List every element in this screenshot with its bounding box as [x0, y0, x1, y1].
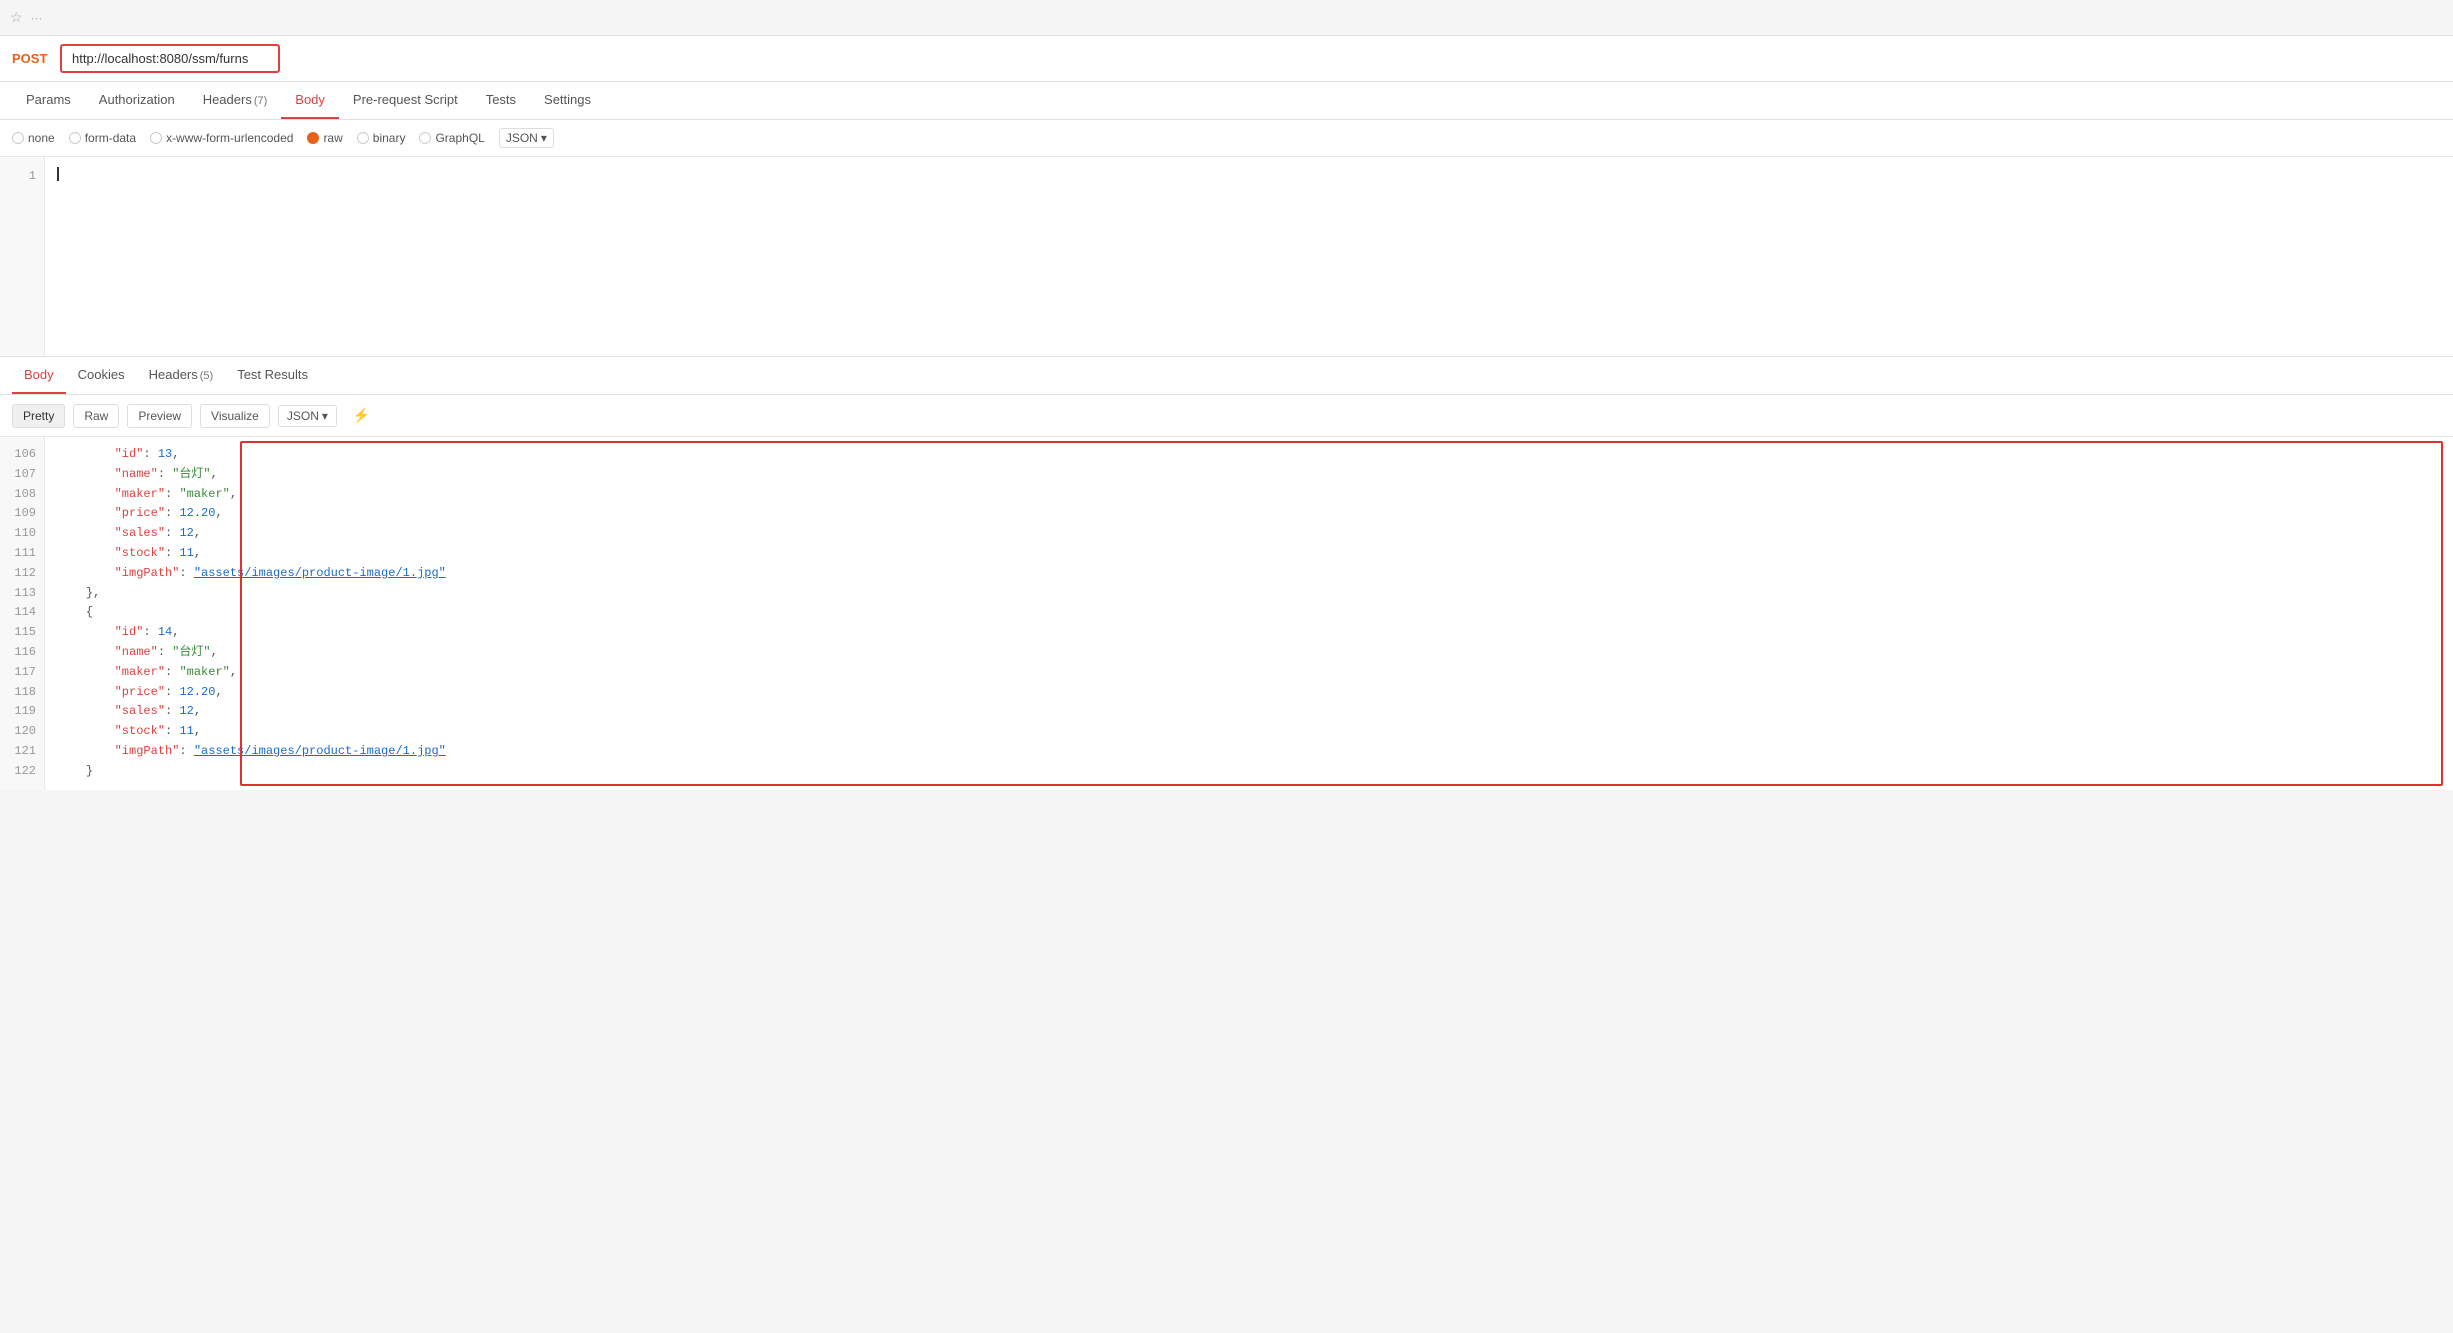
view-raw-button[interactable]: Raw	[73, 404, 119, 428]
radio-none	[12, 132, 24, 144]
star-icon[interactable]: ☆	[10, 9, 23, 26]
response-section: Body Cookies Headers(5) Test Results Pre…	[0, 357, 2453, 790]
radio-graphql	[419, 132, 431, 144]
request-editor[interactable]: 1	[0, 157, 2453, 357]
tab-headers[interactable]: Headers(7)	[189, 82, 282, 119]
json-format-dropdown[interactable]: JSON ▾	[499, 128, 554, 148]
radio-form-data	[69, 132, 81, 144]
text-cursor	[57, 167, 59, 181]
request-bar: POST http://localhost:8080/ssm/furns	[0, 36, 2453, 82]
request-tabs: Params Authorization Headers(7) Body Pre…	[0, 82, 2453, 120]
body-type-bar: none form-data x-www-form-urlencoded raw…	[0, 120, 2453, 157]
json-line-numbers: 1061071081091101111121131141151161171181…	[0, 437, 45, 790]
more-icon[interactable]: ···	[31, 11, 43, 25]
body-type-graphql[interactable]: GraphQL	[419, 131, 484, 145]
editor-line-numbers: 1	[0, 157, 45, 356]
resp-tab-test-results[interactable]: Test Results	[225, 357, 320, 394]
body-type-urlencoded[interactable]: x-www-form-urlencoded	[150, 131, 293, 145]
radio-urlencoded	[150, 132, 162, 144]
editor-content-area[interactable]	[45, 157, 2453, 356]
body-type-binary[interactable]: binary	[357, 131, 406, 145]
editor-cursor-line	[57, 167, 2441, 181]
resp-tab-body[interactable]: Body	[12, 357, 66, 394]
radio-raw	[307, 132, 319, 144]
request-url[interactable]: http://localhost:8080/ssm/furns	[60, 44, 280, 73]
tab-pre-request-script[interactable]: Pre-request Script	[339, 82, 472, 119]
top-bar: ☆ ···	[0, 0, 2453, 36]
tab-body[interactable]: Body	[281, 82, 339, 119]
json-output: 1061071081091101111121131141151161171181…	[0, 437, 2453, 790]
tab-settings[interactable]: Settings	[530, 82, 605, 119]
view-pretty-button[interactable]: Pretty	[12, 404, 65, 428]
response-tabs: Body Cookies Headers(5) Test Results	[0, 357, 2453, 395]
tab-authorization[interactable]: Authorization	[85, 82, 189, 119]
body-type-none[interactable]: none	[12, 131, 55, 145]
view-visualize-button[interactable]: Visualize	[200, 404, 270, 428]
resp-tab-cookies[interactable]: Cookies	[66, 357, 137, 394]
response-format-dropdown[interactable]: JSON ▾	[278, 405, 337, 427]
response-controls: Pretty Raw Preview Visualize JSON ▾ ⚡	[0, 395, 2453, 437]
resp-tab-headers[interactable]: Headers(5)	[137, 357, 226, 394]
radio-binary	[357, 132, 369, 144]
json-body: "id": 13, "name": "台灯", "maker": "maker"…	[45, 437, 2453, 790]
tab-tests[interactable]: Tests	[472, 82, 530, 119]
filter-icon[interactable]: ⚡	[345, 403, 378, 428]
body-type-raw[interactable]: raw	[307, 131, 342, 145]
body-type-form-data[interactable]: form-data	[69, 131, 136, 145]
http-method[interactable]: POST	[12, 51, 52, 66]
tab-params[interactable]: Params	[12, 82, 85, 119]
view-preview-button[interactable]: Preview	[127, 404, 192, 428]
